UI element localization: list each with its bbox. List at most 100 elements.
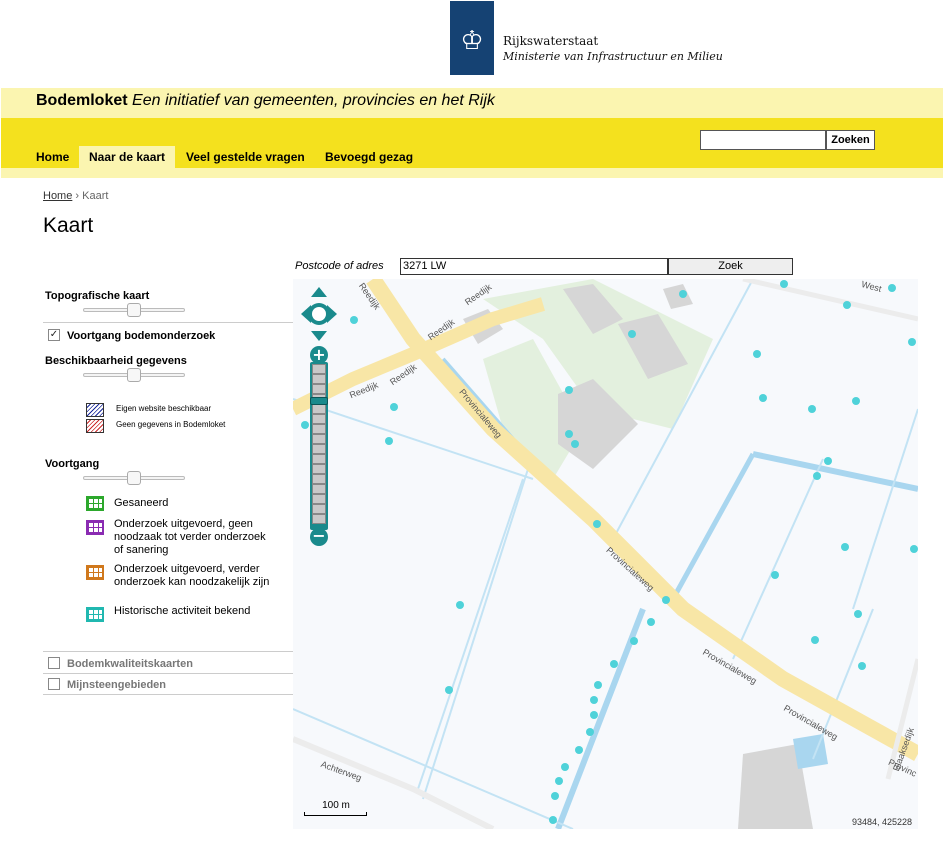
site-name: Bodemloket [36,92,128,109]
map-site-dot[interactable] [759,394,767,402]
map-site-dot[interactable] [610,660,618,668]
divider [43,322,293,323]
zoom-level-step[interactable] [312,514,326,524]
map-site-dot[interactable] [628,330,636,338]
map-ditch [852,408,918,610]
map-site-dot[interactable] [586,728,594,736]
voortgang-checkbox[interactable]: ✓ [48,329,60,341]
map-site-dot[interactable] [549,816,557,824]
map-site-dot[interactable] [753,350,761,358]
bodemkwaliteit-checkbox[interactable] [48,657,60,669]
zoom-level-step[interactable] [312,414,326,424]
scale-bar-label: 100 m [322,800,350,811]
postcode-search-button[interactable]: Zoek [668,258,793,275]
legend-swatch-gesaneerd [86,496,104,511]
mijnsteen-checkbox[interactable] [48,678,60,690]
map-site-dot[interactable] [590,696,598,704]
map-site-dot[interactable] [843,301,851,309]
map-site-dot[interactable] [390,403,398,411]
zoom-level-step[interactable] [312,364,326,374]
map-site-dot[interactable] [813,472,821,480]
slider-handle[interactable] [127,471,141,485]
map-site-dot[interactable] [662,596,670,604]
map-site-dot[interactable] [647,618,655,626]
zoom-level-step[interactable] [312,424,326,434]
pan-center-inner [312,307,326,321]
map-site-dot[interactable] [555,777,563,785]
map-site-dot[interactable] [301,421,309,429]
map-viewport[interactable]: Reedijk Reedijk Reedijk Reedijk Provinci… [293,279,918,829]
map-site-dot[interactable] [551,792,559,800]
zoom-level-step[interactable] [312,464,326,474]
postcode-input[interactable]: 3271 LW [400,258,668,275]
map-site-dot[interactable] [565,430,573,438]
zoom-in-button[interactable]: + [310,346,328,364]
zoom-out-button[interactable]: − [310,528,328,546]
mijnsteen-checkbox-label: Mijnsteengebieden [67,679,167,691]
legend-swatch-verder-onderzoek [86,565,104,580]
nav-item-naar-de-kaart[interactable]: Naar de kaart [79,146,176,168]
pan-control[interactable] [301,287,337,341]
zoom-level-step[interactable] [312,454,326,464]
voortgang-opacity-slider[interactable] [83,471,185,485]
voortgang-title: Voortgang [45,458,100,470]
map-site-dot[interactable] [575,746,583,754]
map-site-dot[interactable] [780,280,788,288]
map-site-dot[interactable] [852,397,860,405]
zoom-level-step[interactable] [312,434,326,444]
topo-kaart-title: Topografische kaart [45,290,150,302]
map-site-dot[interactable] [679,290,687,298]
nav-item-home[interactable]: Home [26,146,79,168]
map-site-dot[interactable] [565,386,573,394]
slider-handle[interactable] [127,368,141,382]
zoom-slider-thumb[interactable] [310,397,328,405]
map-site-dot[interactable] [824,457,832,465]
map-site-dot[interactable] [594,681,602,689]
beschikbaarheid-opacity-slider[interactable] [83,368,185,382]
map-site-dot[interactable] [571,440,579,448]
site-search-button[interactable]: Zoeken [826,130,875,150]
breadcrumb-home-link[interactable]: Home [43,190,72,202]
zoom-level-step[interactable] [312,474,326,484]
legend-swatch-geen-noodzaak [86,520,104,535]
map-site-dot[interactable] [561,763,569,771]
zoom-slider-track[interactable] [310,362,328,530]
pan-up-icon[interactable] [311,287,327,297]
slider-handle[interactable] [127,303,141,317]
zoom-level-step[interactable] [312,404,326,414]
map-site-dot[interactable] [811,636,819,644]
zoom-level-step[interactable] [312,374,326,384]
nav-item-veel-gestelde-vragen[interactable]: Veel gestelde vragen [176,146,315,168]
zoom-level-step[interactable] [312,504,326,514]
map-site-dot[interactable] [456,601,464,609]
map-site-dot[interactable] [385,437,393,445]
zoom-level-step[interactable] [312,484,326,494]
map-ditch [670,452,756,601]
divider [43,673,293,674]
legend-label-geen-noodzaak: Onderzoek uitgevoerd, geen noodzaak tot … [114,518,266,556]
nav-item-bevoegd-gezag[interactable]: Bevoegd gezag [315,146,423,168]
map-site-dot[interactable] [593,520,601,528]
topo-opacity-slider[interactable] [83,303,185,317]
beschikbaarheid-title: Beschikbaarheid gegevens [45,355,187,367]
divider [43,651,293,652]
map-site-dot[interactable] [854,610,862,618]
site-tagline: Een initiatief van gemeenten, provincies… [132,92,495,109]
map-site-dot[interactable] [350,316,358,324]
breadcrumb-separator: › [75,190,80,202]
map-site-dot[interactable] [808,405,816,413]
zoom-level-step[interactable] [312,494,326,504]
map-site-dot[interactable] [910,545,918,553]
map-site-dot[interactable] [888,284,896,292]
map-site-dot[interactable] [908,338,916,346]
map-site-dot[interactable] [630,637,638,645]
pan-down-icon[interactable] [311,331,327,341]
zoom-level-step[interactable] [312,384,326,394]
map-site-dot[interactable] [445,686,453,694]
map-site-dot[interactable] [590,711,598,719]
zoom-level-step[interactable] [312,444,326,454]
map-site-dot[interactable] [858,662,866,670]
map-site-dot[interactable] [841,543,849,551]
map-site-dot[interactable] [771,571,779,579]
site-search-input[interactable] [700,130,826,150]
